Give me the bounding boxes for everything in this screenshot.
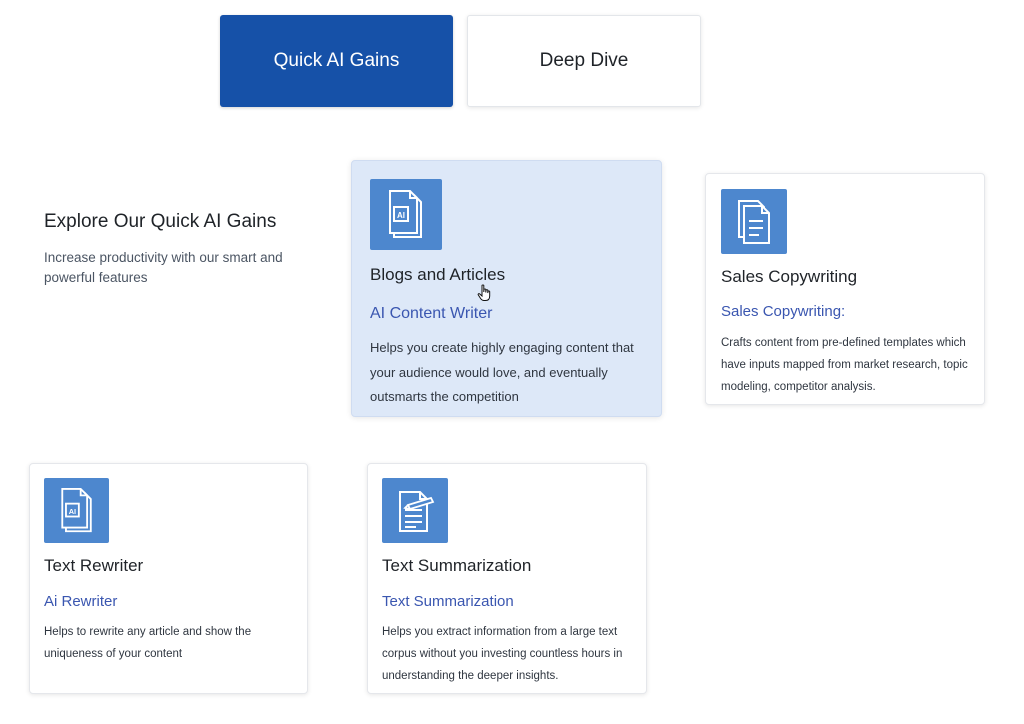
card-text-rewriter[interactable]: AI Text Rewriter Ai Rewriter Helps to re…	[29, 463, 308, 694]
ai-document-icon: AI	[44, 478, 109, 543]
card-title: Sales Copywriting	[721, 267, 858, 286]
card-text-summarization[interactable]: Text Summarization Text Summarization He…	[367, 463, 647, 694]
copy-document-icon	[721, 189, 787, 254]
tab-label: Quick AI Gains	[273, 50, 400, 71]
card-description: Crafts content from pre-defined template…	[721, 337, 968, 393]
section-description: Increase productivity with our smart and…	[44, 250, 283, 285]
card-title: Blogs and Articles	[370, 265, 506, 284]
ai-document-icon: AI	[370, 179, 442, 250]
card-sales-copywriting[interactable]: Sales Copywriting Sales Copywriting: Cra…	[705, 173, 985, 405]
svg-text:AI: AI	[68, 506, 75, 515]
tab-quick-ai-gains[interactable]: Quick AI Gains	[220, 15, 453, 107]
tab-deep-dive[interactable]: Deep Dive	[467, 15, 701, 107]
card-description: Helps you create highly engaging content…	[370, 340, 634, 404]
card-description: Helps you extract information from a lar…	[382, 626, 623, 682]
card-subtitle: Ai Rewriter	[44, 593, 118, 610]
pointer-cursor-icon	[477, 284, 493, 307]
card-title: Text Summarization	[382, 556, 532, 575]
page: Quick AI Gains Deep Dive Explore Our Qui…	[0, 0, 1024, 724]
section-title: Explore Our Quick AI Gains	[44, 211, 277, 232]
card-description: Helps to rewrite any article and show th…	[44, 626, 252, 660]
card-subtitle: AI Content Writer	[370, 305, 493, 322]
card-title: Text Rewriter	[44, 556, 144, 575]
svg-text:AI: AI	[397, 211, 405, 220]
tab-label: Deep Dive	[539, 50, 629, 71]
card-subtitle: Sales Copywriting:	[721, 303, 846, 320]
card-blogs-and-articles[interactable]: AI Blogs and Articles AI Content Writer …	[351, 160, 662, 417]
card-subtitle: Text Summarization	[382, 593, 514, 610]
document-edit-icon	[382, 478, 448, 543]
